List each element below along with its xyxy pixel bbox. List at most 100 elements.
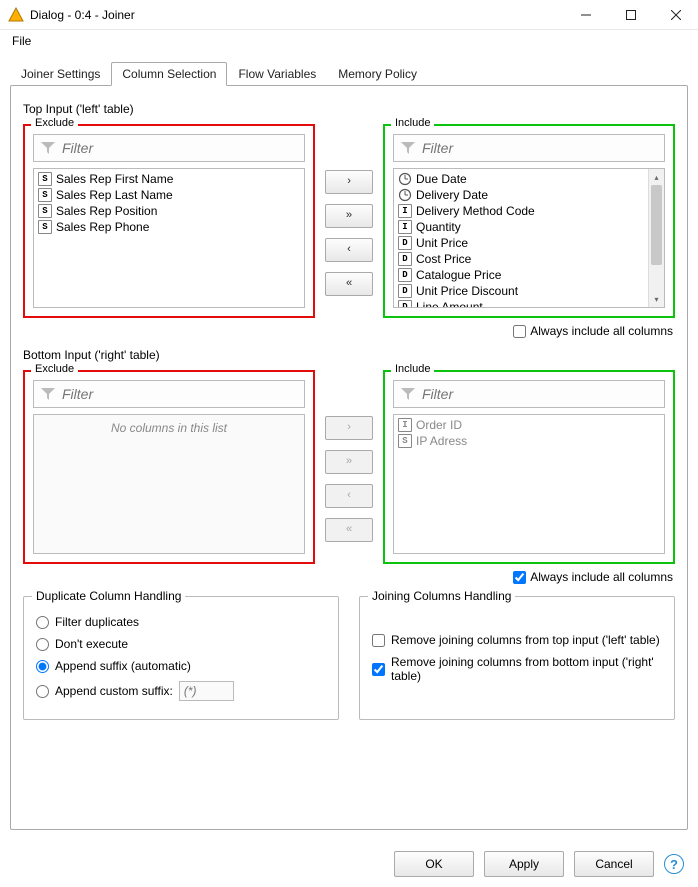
list-item-label: Catalogue Price (416, 268, 501, 282)
filter-duplicates-radio[interactable] (36, 616, 49, 629)
list-item[interactable]: DUnit Price Discount (394, 283, 648, 299)
filter-icon (400, 141, 416, 155)
append-custom-suffix-label: Append custom suffix: (55, 684, 173, 698)
remove-top-checkbox[interactable] (372, 634, 385, 647)
bottom-exclude-filter-input[interactable] (60, 385, 298, 403)
top-input-title: Top Input ('left' table) (23, 102, 675, 116)
bottom-include-list[interactable]: IOrder IDSIP Adress (393, 414, 665, 554)
apply-button[interactable]: Apply (484, 851, 564, 877)
list-item[interactable]: IOrder ID (394, 417, 664, 433)
top-always-include-checkbox[interactable] (513, 325, 526, 338)
duplicate-handling-group: Duplicate Column Handling Filter duplica… (23, 596, 339, 720)
top-exclude-list[interactable]: SSales Rep First NameSSales Rep Last Nam… (33, 168, 305, 308)
list-item[interactable]: Due Date (394, 171, 648, 187)
list-item[interactable]: SIP Adress (394, 433, 664, 449)
type-badge: S (38, 188, 52, 202)
list-item[interactable]: Delivery Date (394, 187, 648, 203)
top-always-include-label: Always include all columns (530, 324, 673, 338)
bottom-exclude-list[interactable]: No columns in this list (33, 414, 305, 554)
list-item-label: Sales Rep Position (56, 204, 157, 218)
list-item-label: Line Amount (416, 300, 483, 308)
list-item-label: Delivery Date (416, 188, 488, 202)
remove-all-button[interactable]: « (325, 272, 373, 296)
type-badge: I (398, 220, 412, 234)
minimize-button[interactable] (563, 0, 608, 29)
top-include-filter[interactable] (393, 134, 665, 162)
remove-button[interactable]: ‹ (325, 484, 373, 508)
tabstrip: Joiner Settings Column Selection Flow Va… (0, 52, 698, 86)
list-item-label: Order ID (416, 418, 462, 432)
list-item[interactable]: S Sales Rep Last Name (34, 187, 304, 203)
tab-memory-policy[interactable]: Memory Policy (327, 62, 428, 86)
list-item[interactable]: SSales Rep Phone (34, 219, 304, 235)
list-item[interactable]: SSales Rep First Name (34, 171, 304, 187)
scroll-thumb[interactable] (651, 185, 662, 265)
list-item[interactable]: DCost Price (394, 251, 648, 267)
bottom-include-filter-input[interactable] (420, 385, 658, 403)
tab-flow-variables[interactable]: Flow Variables (227, 62, 327, 86)
tab-column-selection[interactable]: Column Selection (111, 62, 227, 86)
top-include-filter-input[interactable] (420, 139, 658, 157)
list-item-label: Delivery Method Code (416, 204, 535, 218)
cancel-button[interactable]: Cancel (574, 851, 654, 877)
top-exclude-filter[interactable] (33, 134, 305, 162)
bottom-exclude-group: Exclude No columns in this list (23, 370, 315, 564)
bottom-include-group: Include IOrder IDSIP Adress (383, 370, 675, 564)
top-include-legend: Include (391, 117, 434, 129)
type-badge: S (38, 220, 52, 234)
top-dual-list: Exclude SSales Rep First NameSSales Rep … (23, 118, 675, 318)
list-item-label: Sales Rep Last Name (56, 188, 173, 202)
top-exclude-filter-input[interactable] (60, 139, 298, 157)
lower-options: Duplicate Column Handling Filter duplica… (23, 596, 675, 720)
top-exclude-legend: Exclude (31, 117, 78, 129)
list-item[interactable]: SSales Rep Position (34, 203, 304, 219)
remove-bottom-checkbox[interactable] (372, 663, 385, 676)
dont-execute-row: Don't execute (36, 637, 326, 651)
top-include-group: Include ▴ ▾ Due DateDelivery DateIDelive… (383, 124, 675, 318)
scrollbar[interactable]: ▴ ▾ (648, 169, 664, 307)
bottom-always-include-checkbox[interactable] (513, 571, 526, 584)
remove-bottom-row: Remove joining columns from bottom input… (372, 655, 662, 683)
close-button[interactable] (653, 0, 698, 29)
list-item-label: IP Adress (416, 434, 467, 448)
top-exclude-group: Exclude SSales Rep First NameSSales Rep … (23, 124, 315, 318)
bottom-include-filter[interactable] (393, 380, 665, 408)
dialog-buttons: OK Apply Cancel ? (0, 841, 698, 887)
custom-suffix-input (179, 681, 234, 701)
list-item-label: Quantity (416, 220, 461, 234)
list-item[interactable]: DUnit Price (394, 235, 648, 251)
file-menu[interactable]: File (6, 32, 37, 50)
add-all-button[interactable]: » (325, 450, 373, 474)
maximize-button[interactable] (608, 0, 653, 29)
date-icon (398, 188, 412, 202)
remove-all-button[interactable]: « (325, 518, 373, 542)
bottom-always-include-label: Always include all columns (530, 570, 673, 584)
append-suffix-auto-radio[interactable] (36, 660, 49, 673)
bottom-exclude-filter[interactable] (33, 380, 305, 408)
type-badge: D (398, 252, 412, 266)
list-item[interactable]: DLine Amount (394, 299, 648, 308)
scroll-up-arrow[interactable]: ▴ (649, 169, 664, 185)
dont-execute-radio[interactable] (36, 638, 49, 651)
bottom-dual-list: Exclude No columns in this list › » ‹ « … (23, 364, 675, 564)
add-button[interactable]: › (325, 416, 373, 440)
append-custom-suffix-radio[interactable] (36, 685, 49, 698)
add-button[interactable]: › (325, 170, 373, 194)
bottom-exclude-legend: Exclude (31, 363, 78, 375)
append-suffix-auto-label: Append suffix (automatic) (55, 659, 191, 673)
scroll-down-arrow[interactable]: ▾ (649, 291, 664, 307)
list-item[interactable]: I Quantity (394, 219, 648, 235)
add-all-button[interactable]: » (325, 204, 373, 228)
list-item-label: Sales Rep First Name (56, 172, 173, 186)
remove-top-row: Remove joining columns from top input ('… (372, 633, 662, 647)
ok-button[interactable]: OK (394, 851, 474, 877)
top-include-list[interactable]: ▴ ▾ Due DateDelivery DateIDelivery Metho… (393, 168, 665, 308)
tab-joiner-settings[interactable]: Joiner Settings (10, 62, 111, 86)
filter-icon (40, 387, 56, 401)
list-item[interactable]: DCatalogue Price (394, 267, 648, 283)
remove-button[interactable]: ‹ (325, 238, 373, 262)
list-item[interactable]: IDelivery Method Code (394, 203, 648, 219)
help-button[interactable]: ? (664, 854, 684, 874)
app-icon (8, 7, 24, 23)
window-title: Dialog - 0:4 - Joiner (30, 8, 563, 22)
